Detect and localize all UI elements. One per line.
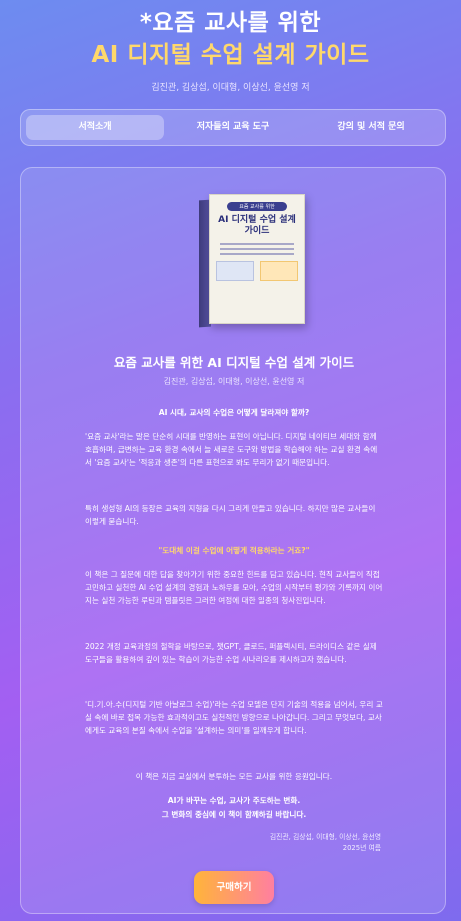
paragraph-5: '디.기.아.수(디지털 기반 아날로그 수업)'라는 수업 모델은 단지 기술… <box>85 700 383 735</box>
cover-text-lines <box>216 243 298 255</box>
page-title-line1: *요즘 교사를 위한 <box>139 10 322 36</box>
book-authors: 김진관, 김상섭, 이대형, 이상선, 윤선영 저 <box>163 377 305 386</box>
header-authors: 김진관, 김상섭, 이대형, 이상선, 윤선영 저 <box>151 83 310 93</box>
signature: 김진관, 김상섭, 이대형, 이상선, 윤선영 2025년 여름 <box>270 832 381 854</box>
book-title: 요즘 교사를 위한 AI 디지털 수업 설계 가이드 <box>113 355 355 370</box>
cover-illustration-left <box>216 261 254 281</box>
book-cover: 요즘 교사를 위한 AI 디지털 수업 설계 가이드 <box>209 194 305 324</box>
cover-subtitle: 요즘 교사를 위한 <box>227 202 287 211</box>
cover-illustration-right <box>260 261 298 281</box>
tab-lecture-inquiry[interactable]: 강의 및 서적 문의 <box>302 115 440 140</box>
cover-illustrations <box>216 261 298 281</box>
signature-names: 김진관, 김상섭, 이대형, 이상선, 윤선영 <box>269 833 381 841</box>
tab-author-tools[interactable]: 저자들의 교육 도구 <box>164 115 302 140</box>
cover-title: AI 디지털 수업 설계 가이드 <box>218 215 296 236</box>
paragraph-2: 특히 생성형 AI의 등장은 교육의 지형을 다시 그리게 만들고 있습니다. … <box>85 504 376 526</box>
page-title-line2: AI 디지털 수업 설계 가이드 <box>91 42 370 68</box>
tab-book-intro[interactable]: 서적소개 <box>26 115 164 140</box>
tab-bar: 서적소개 저자들의 교육 도구 강의 및 서적 문의 <box>20 109 446 146</box>
closing-line-2: 그 변화의 중심에 이 책이 함께하길 바랍니다. <box>161 810 307 819</box>
page-header: *요즘 교사를 위한 AI 디지털 수업 설계 가이드 김진관, 김상섭, 이대… <box>0 0 461 93</box>
content-heading: AI 시대, 교사의 수업은 어떻게 달라져야 할까? <box>158 408 310 417</box>
buy-button[interactable]: 구매하기 <box>194 871 274 904</box>
quote: "도대체 이걸 수업에 어떻게 적용하라는 거죠?" <box>158 546 310 555</box>
book-info-card: 요즘 교사를 위한 AI 디지털 수업 설계 가이드 요즘 교사를 위한 AI … <box>20 167 446 914</box>
signature-date: 2025년 여름 <box>342 844 381 852</box>
book-cover-image: 요즘 교사를 위한 AI 디지털 수업 설계 가이드 <box>199 194 305 328</box>
paragraph-1: '요즘 교사'라는 말은 단순히 시대를 반영하는 표현이 아닙니다. 디지털 … <box>85 432 378 467</box>
paragraph-3: 이 책은 그 질문에 대한 답을 찾아가기 위한 중요한 힌트를 담고 있습니다… <box>85 570 383 605</box>
paragraph-6: 이 책은 지금 교실에서 분투하는 모든 교사를 위한 응원입니다. <box>135 772 333 781</box>
closing-line-1: AI가 바꾸는 수업, 교사가 주도하는 변화. <box>167 796 301 805</box>
paragraph-4: 2022 개정 교육과정의 철학을 바탕으로, 챗GPT, 클로드, 퍼플렉시티… <box>85 642 377 664</box>
